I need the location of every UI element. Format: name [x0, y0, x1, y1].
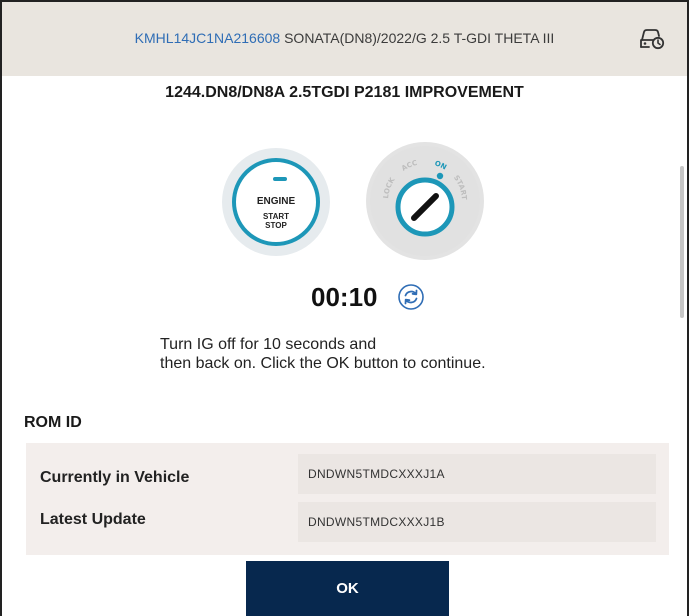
vin-number: KMHL14JC1NA216608 [134, 30, 281, 46]
vehicle-info: KMHL14JC1NA216608 SONATA(DN8)/2022/G 2.5… [2, 30, 687, 46]
countdown-timer: 00:10 [311, 282, 378, 312]
rom-label-current: Currently in Vehicle [40, 469, 190, 486]
instruction-text: Turn IG off for 10 seconds and then back… [160, 335, 486, 373]
rom-value-current-box: DNDWN5TMDCXXXJ1A [298, 454, 656, 494]
procedure-title: 1244.DN8/DN8A 2.5TGDI P2181 IMPROVEMENT [165, 84, 524, 101]
rom-value-latest-box: DNDWN5TMDCXXXJ1B [298, 502, 656, 542]
button-label-start-stop: START STOP [236, 212, 316, 230]
rom-label-latest: Latest Update [40, 511, 146, 528]
vehicle-description: SONATA(DN8)/2022/G 2.5 T-GDI THETA III [284, 30, 555, 46]
rom-value-latest: DNDWN5TMDCXXXJ1B [308, 515, 445, 529]
button-label-stop: STOP [265, 221, 287, 230]
vehicle-header: KMHL14JC1NA216608 SONATA(DN8)/2022/G 2.5… [2, 2, 687, 76]
button-label-start: START [262, 212, 290, 221]
engine-start-stop-face: ENGINE START STOP [232, 158, 320, 246]
button-label-engine: ENGINE [256, 196, 296, 207]
ignition-dial-icon: LOCK ACC ON START [370, 146, 480, 256]
rom-value-current: DNDWN5TMDCXXXJ1A [308, 467, 445, 481]
instruction-line-2: then back on. Click the OK button to con… [160, 355, 486, 372]
button-indicator-icon [273, 177, 287, 181]
ignition-switch: LOCK ACC ON START [366, 142, 484, 260]
rom-id-heading: ROM ID [24, 414, 82, 431]
car-settings-icon[interactable] [639, 28, 665, 50]
refresh-icon[interactable] [397, 283, 425, 311]
rom-id-panel: Currently in Vehicle DNDWN5TMDCXXXJ1A La… [26, 443, 669, 555]
scrollbar[interactable] [680, 166, 684, 318]
instruction-line-1: Turn IG off for 10 seconds and [160, 336, 377, 353]
ok-button[interactable]: OK [246, 561, 449, 616]
engine-start-stop-button: ENGINE START STOP [222, 148, 330, 256]
